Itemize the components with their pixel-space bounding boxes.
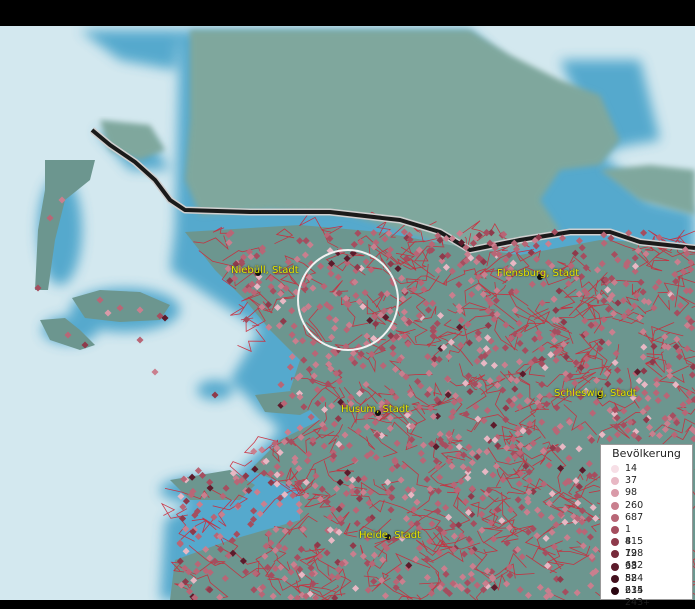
map-canvas — [0, 26, 695, 600]
legend-swatch — [611, 513, 619, 522]
legend-label: 37 — [625, 475, 638, 487]
legend-swatch — [611, 587, 619, 595]
legend-swatch — [611, 526, 619, 534]
legend-overflow-mark: + — [643, 598, 650, 607]
legend-swatch — [611, 477, 619, 486]
legend-label: 98 — [625, 487, 638, 499]
legend-swatch — [611, 550, 619, 559]
legend-swatch — [611, 501, 619, 510]
population-legend: Bevölkerung 14 37 98 260 687 1 815 4 798 12 682… — [600, 444, 693, 608]
legend-swatch — [611, 562, 619, 571]
city-label-husum: Husum, Stadt — [341, 404, 410, 415]
city-label-niebuell: Niebüll, Stadt — [231, 265, 299, 276]
legend-swatch — [611, 538, 619, 547]
city-label-schleswig: Schleswig, Stadt — [554, 388, 637, 399]
map-view[interactable]: Niebüll, Stadt Flensburg, Stadt Husum, S… — [0, 26, 695, 600]
legend-swatch — [611, 574, 619, 583]
legend-label: 260 — [625, 499, 644, 511]
legend-label: 687 — [625, 511, 644, 523]
legend-title: Bevölkerung — [612, 447, 681, 460]
city-label-flensburg: Flensburg, Stadt — [497, 268, 580, 279]
legend-swatch — [611, 489, 619, 498]
city-label-heide: Heide, Stadt — [359, 530, 421, 541]
legend-label: 14 — [625, 463, 638, 474]
top-bar — [0, 0, 695, 26]
legend-swatch — [611, 465, 619, 473]
legend-label: 234 243+ — [625, 585, 650, 608]
